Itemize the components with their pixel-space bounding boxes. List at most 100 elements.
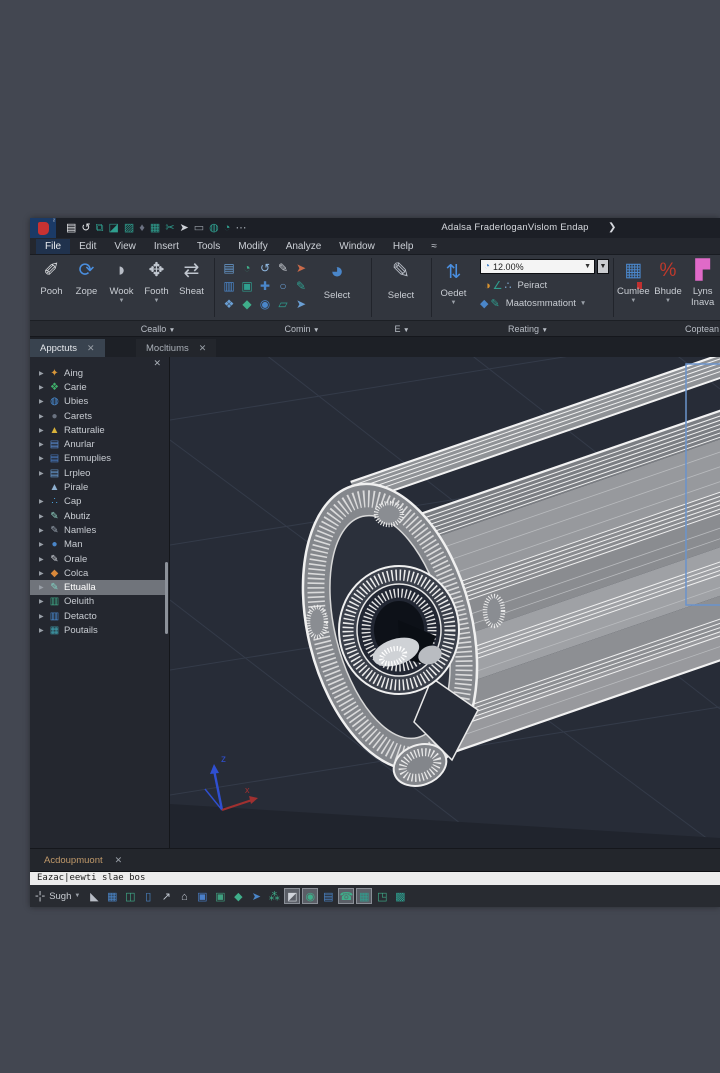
- expand-arrow-icon[interactable]: ▶: [39, 527, 48, 534]
- menu-item-file[interactable]: File: [36, 238, 71, 254]
- expand-arrow-icon[interactable]: ▶: [39, 441, 48, 448]
- more-icon[interactable]: ⋯: [235, 218, 246, 238]
- tab-mocltiums[interactable]: Mocltiums ✕: [136, 339, 217, 357]
- polar-icon[interactable]: ▯: [140, 888, 156, 904]
- pencil-icon[interactable]: ✎: [274, 259, 292, 277]
- ortho-icon[interactable]: ◫: [122, 888, 138, 904]
- expand-arrow-icon[interactable]: ▶: [39, 498, 48, 505]
- send-icon[interactable]: ➤: [180, 218, 189, 238]
- tree-item-ubies[interactable]: ▶ ◍ Ubies: [30, 395, 166, 409]
- expand-arrow-icon[interactable]: ▶: [39, 598, 48, 605]
- tree-item-cap[interactable]: ▶ ∴ Cap: [30, 495, 166, 509]
- select-brush-button[interactable]: ✎ Select: [380, 257, 422, 303]
- tree-item-carie[interactable]: ▶ ❖ Carie: [30, 380, 166, 394]
- tab-appctuts[interactable]: Appctuts ✕: [30, 339, 105, 357]
- expand-arrow-icon[interactable]: ▶: [39, 513, 48, 520]
- close-icon[interactable]: ✕: [115, 855, 123, 866]
- app-logo-icon[interactable]: ²: [30, 218, 56, 238]
- tree-item-ettualla[interactable]: ▶ ✎ Ettualla: [30, 580, 166, 595]
- tree-item-abutiz[interactable]: ▶ ✎ Abutiz: [30, 509, 166, 523]
- menu-item-modify[interactable]: Modify: [229, 239, 276, 254]
- save-icon[interactable]: ◪: [108, 218, 118, 238]
- wook-button[interactable]: ◗ Wook ▼: [104, 255, 139, 304]
- shade-icon[interactable]: ▩: [392, 888, 408, 904]
- cumlee-button[interactable]: ▦ Cumlee ▼: [616, 255, 651, 308]
- select-pie-button[interactable]: ◕ Select: [316, 257, 358, 303]
- maatosmmationt-row[interactable]: ◆ ✎ Maatosmmationt ▼: [480, 297, 586, 310]
- tree-item-man[interactable]: ▶ ● Man: [30, 538, 166, 552]
- pie-icon[interactable]: ◔: [238, 259, 256, 277]
- rows-icon[interactable]: ▥: [220, 277, 238, 295]
- viewport-canvas[interactable]: z x: [170, 357, 720, 848]
- array-icon[interactable]: ▤: [220, 259, 238, 277]
- expand-arrow-icon[interactable]: ▶: [39, 627, 48, 634]
- pen-toggle-icon[interactable]: ◩: [284, 888, 301, 904]
- tree-item-namles[interactable]: ▶ ✎ Namles: [30, 523, 166, 537]
- chevron-down-icon[interactable]: ▼: [74, 893, 80, 899]
- zoom-dropdown-button[interactable]: ▼: [597, 259, 609, 274]
- expand-arrow-icon[interactable]: ▶: [39, 570, 48, 577]
- menu-item--[interactable]: ≈: [422, 239, 446, 254]
- expand-arrow-icon[interactable]: ▶: [39, 470, 48, 477]
- copy-icon[interactable]: ⧉: [96, 218, 104, 238]
- gem-icon[interactable]: ❖: [220, 295, 238, 313]
- home-icon[interactable]: ⌂: [176, 888, 192, 904]
- expand-arrow-icon[interactable]: ▶: [39, 398, 48, 405]
- close-icon[interactable]: ✕: [199, 343, 207, 354]
- tree-item-carets[interactable]: ▶ ● Carets: [30, 409, 166, 423]
- zope-button[interactable]: ⟳ Zope: [69, 255, 104, 304]
- folder-icon[interactable]: ▣: [194, 888, 210, 904]
- tree-item-anurlar[interactable]: ▶ ▤ Anurlar: [30, 437, 166, 451]
- expand-arrow-icon[interactable]: ▶: [39, 427, 48, 434]
- web-icon[interactable]: ◍: [209, 218, 219, 238]
- undo-arc-icon[interactable]: ↺: [256, 259, 274, 277]
- gem-icon[interactable]: ◆: [230, 888, 246, 904]
- close-icon[interactable]: ✕: [87, 343, 95, 354]
- status-mode-label[interactable]: Sugh: [49, 891, 71, 902]
- rocket-icon[interactable]: ➤: [292, 295, 310, 313]
- plane-icon[interactable]: ▱: [274, 295, 292, 313]
- menu-item-help[interactable]: Help: [384, 239, 423, 254]
- model-cylinder[interactable]: [275, 357, 720, 793]
- corner-icon[interactable]: ◳: [374, 888, 390, 904]
- menu-item-analyze[interactable]: Analyze: [277, 239, 331, 254]
- asterisk-icon[interactable]: ⁂: [266, 888, 282, 904]
- circle-icon[interactable]: ○: [274, 277, 292, 295]
- command-line[interactable]: Eazac|eewti slae bos: [30, 871, 720, 885]
- clock-icon[interactable]: ◔: [224, 218, 231, 238]
- nib-icon[interactable]: ✎: [292, 277, 310, 295]
- tree-item-colca[interactable]: ▶ ◆ Colca: [30, 566, 166, 580]
- expand-arrow-icon[interactable]: ▶: [39, 384, 48, 391]
- expand-arrow-icon[interactable]: ▶: [39, 413, 48, 420]
- export-icon[interactable]: ▨: [124, 218, 134, 238]
- stamp-icon[interactable]: ▣: [238, 277, 256, 295]
- scrollbar-thumb[interactable]: [165, 562, 168, 634]
- sheat-button[interactable]: ⇄ Sheat: [174, 255, 209, 304]
- bhude-button[interactable]: % Bhude ▼: [651, 255, 686, 308]
- expand-arrow-icon[interactable]: ▶: [39, 455, 48, 462]
- pin-icon[interactable]: ♦: [139, 218, 145, 238]
- tree-item-poutails[interactable]: ▶ ▦ Poutails: [30, 623, 166, 637]
- pooh-button[interactable]: ✐ Pooh: [34, 255, 69, 304]
- oedet-button[interactable]: ⇅ Oedet ▼: [436, 257, 471, 306]
- menu-item-tools[interactable]: Tools: [188, 239, 229, 254]
- expand-arrow-icon[interactable]: ▶: [39, 541, 48, 548]
- chevron-right-icon[interactable]: ❯: [608, 218, 616, 238]
- grid-icon[interactable]: ▦: [104, 888, 120, 904]
- expand-arrow-icon[interactable]: ▶: [39, 613, 48, 620]
- tree-item-oeluith[interactable]: ▶ ▥ Oeluith: [30, 595, 166, 609]
- peiract-row[interactable]: ◑ ∠ ∴ Peiract: [484, 279, 547, 292]
- tree-item-lrpleo[interactable]: ▶ ▤ Lrpleo: [30, 466, 166, 480]
- menu-item-window[interactable]: Window: [330, 239, 384, 254]
- group-label-coptean[interactable]: Coptean: [685, 321, 719, 337]
- viewport-3d[interactable]: z x: [170, 357, 720, 848]
- folder2-icon[interactable]: ▤: [320, 888, 336, 904]
- menu-item-insert[interactable]: Insert: [145, 239, 188, 254]
- send-icon[interactable]: ➤: [248, 888, 264, 904]
- menu-item-edit[interactable]: Edit: [70, 239, 105, 254]
- tools-icon[interactable]: ✂: [165, 218, 174, 238]
- orbit-toggle-icon[interactable]: ◉: [302, 888, 319, 904]
- expand-arrow-icon[interactable]: ▶: [39, 370, 48, 377]
- menu-item-view[interactable]: View: [105, 239, 145, 254]
- keyboard-icon[interactable]: ▭: [194, 218, 204, 238]
